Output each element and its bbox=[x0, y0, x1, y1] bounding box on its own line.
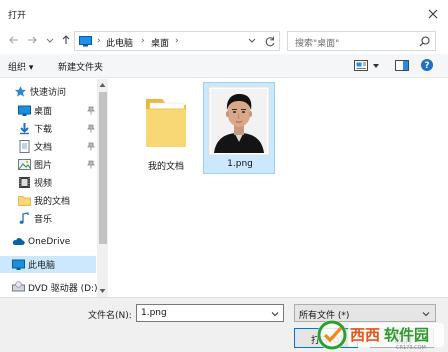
window-title: 打开 bbox=[8, 11, 27, 21]
folder-icon bbox=[140, 91, 192, 151]
onedrive-icon bbox=[12, 235, 25, 248]
this-pc-icon bbox=[12, 258, 25, 271]
nav-label: 此电脑 bbox=[28, 261, 56, 271]
dvd-drive-icon bbox=[12, 281, 25, 294]
nav-item-videos[interactable]: 视频 bbox=[0, 174, 96, 191]
scroll-up-icon[interactable] bbox=[98, 81, 107, 89]
chevron-down-icon[interactable] bbox=[422, 310, 430, 318]
preview-pane-icon[interactable] bbox=[395, 59, 409, 72]
videos-icon bbox=[18, 176, 31, 189]
nav-item-music[interactable]: 音乐 bbox=[0, 210, 96, 227]
breadcrumb-desktop[interactable]: 桌面 bbox=[151, 36, 169, 49]
back-arrow-icon[interactable] bbox=[6, 32, 22, 48]
view-options-chevron-icon[interactable] bbox=[372, 62, 380, 70]
up-arrow-icon[interactable] bbox=[58, 32, 74, 48]
nav-label: 文档 bbox=[34, 143, 53, 153]
nav-item-quick-access[interactable]: 快速访问 bbox=[0, 83, 96, 100]
forward-arrow-icon[interactable] bbox=[24, 32, 40, 48]
new-folder-button[interactable]: 新建文件夹 bbox=[58, 60, 103, 73]
nav-scrollbar-thumb[interactable] bbox=[99, 92, 107, 244]
file-item-1-png[interactable]: 1.png bbox=[203, 82, 275, 174]
recent-locations-chevron-icon[interactable] bbox=[42, 32, 58, 48]
nav-label: 我的文档 bbox=[34, 197, 71, 207]
address-bar[interactable]: › 此电脑 › 桌面 › bbox=[74, 31, 280, 51]
music-icon bbox=[18, 212, 31, 225]
pin-icon[interactable] bbox=[87, 142, 95, 151]
nav-label: 图片 bbox=[34, 161, 53, 171]
pin-icon[interactable] bbox=[87, 160, 95, 169]
image-thumbnail bbox=[208, 86, 270, 156]
address-dropdown-icon[interactable] bbox=[245, 35, 259, 47]
download-icon bbox=[18, 122, 31, 135]
filename-label: 文件名(N): bbox=[88, 311, 132, 321]
svg-text:CR173.COM: CR173.COM bbox=[396, 345, 426, 351]
nav-item-dvd-drive[interactable]: DVD 驱动器 (D:) bbox=[0, 279, 98, 296]
site-watermark-logo: 西西 软件园 CR173.COM bbox=[300, 318, 448, 352]
desktop-icon bbox=[18, 104, 31, 117]
title-bar: 打开 bbox=[0, 0, 448, 28]
file-item-my-documents[interactable]: 我的文档 bbox=[130, 83, 202, 175]
nav-label: 音乐 bbox=[34, 215, 53, 225]
pin-icon[interactable] bbox=[87, 106, 95, 115]
svg-text:软件园: 软件园 bbox=[384, 326, 429, 344]
nav-label: 桌面 bbox=[34, 107, 53, 117]
nav-label: 下载 bbox=[34, 125, 53, 135]
nav-label: 快速访问 bbox=[30, 88, 67, 98]
search-placeholder: 搜索"桌面" bbox=[295, 39, 340, 49]
pictures-icon bbox=[18, 158, 31, 171]
svg-text:?: ? bbox=[424, 61, 429, 71]
filename-combobox[interactable] bbox=[136, 304, 284, 322]
folder-icon bbox=[18, 194, 31, 207]
nav-label: OneDrive bbox=[28, 236, 71, 247]
nav-item-this-pc[interactable]: 此电脑 bbox=[0, 256, 96, 273]
svg-text:西西: 西西 bbox=[350, 326, 380, 344]
help-icon[interactable]: ? bbox=[420, 58, 434, 72]
breadcrumb-this-pc[interactable]: 此电脑 bbox=[106, 36, 133, 49]
nav-item-pictures[interactable]: 图片 bbox=[0, 156, 96, 173]
file-name: 我的文档 bbox=[147, 162, 184, 172]
pin-icon[interactable] bbox=[87, 124, 95, 133]
search-icon[interactable] bbox=[419, 36, 430, 47]
nav-label: DVD 驱动器 (D:) bbox=[28, 284, 98, 294]
documents-icon bbox=[18, 140, 31, 153]
filename-field[interactable] bbox=[137, 305, 269, 321]
address-row: › 此电脑 › 桌面 › 搜索"桌面" bbox=[0, 28, 448, 54]
nav-label: 视频 bbox=[34, 179, 53, 189]
breadcrumb-chevron-icon: › bbox=[141, 36, 145, 46]
search-box[interactable]: 搜索"桌面" bbox=[287, 31, 436, 51]
nav-item-downloads[interactable]: 下载 bbox=[0, 120, 96, 137]
close-icon[interactable] bbox=[424, 5, 442, 23]
file-list: 我的文档 1.png bbox=[108, 79, 448, 297]
chevron-down-icon[interactable] bbox=[271, 310, 279, 318]
scroll-down-icon[interactable] bbox=[98, 287, 107, 295]
breadcrumb-chevron-icon: › bbox=[175, 36, 179, 46]
file-name: 1.png bbox=[227, 159, 253, 169]
nav-item-onedrive[interactable]: OneDrive bbox=[0, 233, 96, 250]
nav-item-desktop[interactable]: 桌面 bbox=[0, 102, 96, 119]
nav-item-documents[interactable]: 文档 bbox=[0, 138, 96, 155]
star-icon bbox=[14, 85, 27, 98]
breadcrumb-chevron-icon: › bbox=[97, 36, 101, 46]
organize-button[interactable]: 组织 ▾ bbox=[8, 60, 33, 73]
nav-item-my-documents[interactable]: 我的文档 bbox=[0, 192, 96, 209]
navigation-pane: 快速访问 桌面 下载 文档 图片 视频 我的文档 音乐 OneDrive 此电脑… bbox=[0, 79, 108, 297]
command-bar: 组织 ▾ 新建文件夹 ? bbox=[0, 54, 448, 78]
refresh-icon[interactable] bbox=[263, 35, 277, 49]
change-view-icon[interactable] bbox=[354, 59, 368, 72]
this-pc-icon bbox=[79, 36, 92, 47]
